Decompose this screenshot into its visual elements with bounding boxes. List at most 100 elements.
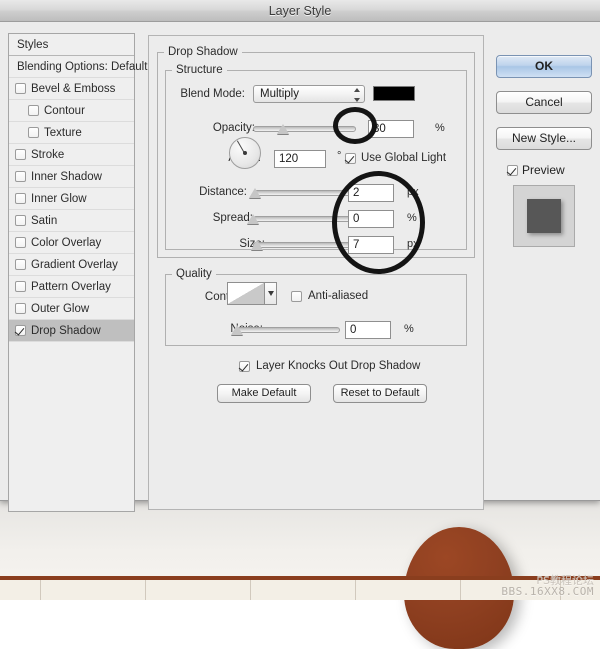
styles-item-inner-shadow[interactable]: Inner Shadow xyxy=(9,166,134,188)
opacity-slider-track xyxy=(253,126,356,132)
opacity-slider[interactable] xyxy=(253,122,356,136)
checkbox-gradient-overlay[interactable] xyxy=(15,259,26,270)
quality-group-title: Quality xyxy=(172,268,216,280)
dialog-titlebar[interactable]: Layer Style xyxy=(0,0,600,22)
styles-item-texture[interactable]: Texture xyxy=(9,122,134,144)
make-default-button[interactable]: Make Default xyxy=(217,384,311,403)
noise-unit: % xyxy=(404,323,414,335)
styles-item-stroke[interactable]: Stroke xyxy=(9,144,134,166)
checkbox-inner-shadow[interactable] xyxy=(15,171,26,182)
checkbox-contour[interactable] xyxy=(28,105,39,116)
styles-item-label: Drop Shadow xyxy=(31,325,101,337)
size-input[interactable]: 7 xyxy=(348,236,394,254)
size-slider[interactable] xyxy=(253,238,356,252)
opacity-input[interactable]: 30 xyxy=(368,120,414,138)
blend-mode-select[interactable]: Multiply xyxy=(253,85,365,103)
styles-item-label: Contour xyxy=(44,105,85,117)
preview-label: Preview xyxy=(522,163,565,177)
layer-style-dialog: Layer Style Styles Blending Options: Def… xyxy=(0,0,600,501)
stepper-arrows-icon[interactable] xyxy=(353,88,360,102)
contour-preview[interactable] xyxy=(227,282,265,305)
cancel-button[interactable]: Cancel xyxy=(496,91,592,114)
distance-input[interactable]: 2 xyxy=(348,184,394,202)
size-unit: px xyxy=(407,238,419,250)
checkbox-color-overlay[interactable] xyxy=(15,237,26,248)
styles-item-gradient-overlay[interactable]: Gradient Overlay xyxy=(9,254,134,276)
size-slider-thumb[interactable] xyxy=(251,240,263,250)
spread-input[interactable]: 0 xyxy=(348,210,394,228)
tile-seam xyxy=(250,580,251,600)
floor-area xyxy=(0,580,600,600)
checkbox-outer-glow[interactable] xyxy=(15,303,26,314)
tile-seam xyxy=(145,580,146,600)
styles-panel-header: Styles xyxy=(9,34,134,56)
angle-input[interactable]: 120 xyxy=(274,150,326,168)
styles-item-label: Pattern Overlay xyxy=(31,281,111,293)
distance-slider[interactable] xyxy=(253,186,356,200)
spread-slider-thumb[interactable] xyxy=(247,214,259,224)
dialog-title: Layer Style xyxy=(269,4,332,18)
styles-item-contour[interactable]: Contour xyxy=(9,100,134,122)
checkbox-preview[interactable] xyxy=(507,165,518,176)
spread-slider-track xyxy=(253,216,356,222)
settings-panel: Drop Shadow Structure Blend Mode: Multip… xyxy=(148,35,484,510)
checkbox-layer-knocks-out[interactable] xyxy=(239,361,250,372)
opacity-slider-thumb[interactable] xyxy=(277,124,289,134)
preview-thumbnail-square xyxy=(527,199,561,233)
new-style-button[interactable]: New Style... xyxy=(496,127,592,150)
styles-item-outer-glow[interactable]: Outer Glow xyxy=(9,298,134,320)
anti-aliased-row[interactable]: Anti-aliased xyxy=(291,290,368,302)
contour-picker[interactable] xyxy=(227,282,277,305)
blend-mode-label: Blend Mode: xyxy=(173,88,245,100)
styles-item-label: Stroke xyxy=(31,149,64,161)
shadow-color-swatch[interactable] xyxy=(373,86,415,101)
spread-label: Spread: xyxy=(181,212,253,224)
ok-button[interactable]: OK xyxy=(496,55,592,78)
checkbox-pattern-overlay[interactable] xyxy=(15,281,26,292)
structure-group-title: Structure xyxy=(172,64,227,76)
preview-row[interactable]: Preview xyxy=(496,163,592,177)
noise-slider-thumb[interactable] xyxy=(231,325,243,335)
contour-dropdown-arrow[interactable] xyxy=(265,282,277,305)
styles-item-satin[interactable]: Satin xyxy=(9,210,134,232)
angle-dial-hub xyxy=(243,151,247,155)
styles-item-inner-glow[interactable]: Inner Glow xyxy=(9,188,134,210)
spread-slider[interactable] xyxy=(253,212,356,226)
anti-aliased-label: Anti-aliased xyxy=(308,290,368,302)
angle-unit: ° xyxy=(337,150,341,162)
styles-item-pattern-overlay[interactable]: Pattern Overlay xyxy=(9,276,134,298)
noise-input[interactable]: 0 xyxy=(345,321,391,339)
blending-options-label: Blending Options: Default xyxy=(17,61,147,73)
contour-curve-icon xyxy=(228,283,264,304)
angle-dial[interactable] xyxy=(229,137,261,169)
styles-item-label: Gradient Overlay xyxy=(31,259,118,271)
styles-item-blending-options[interactable]: Blending Options: Default xyxy=(9,56,134,78)
styles-item-label: Satin xyxy=(31,215,57,227)
checkbox-stroke[interactable] xyxy=(15,149,26,160)
styles-item-label: Texture xyxy=(44,127,82,139)
styles-list-panel: Styles Blending Options: Default Bevel &… xyxy=(8,33,135,512)
layer-knocks-out-row[interactable]: Layer Knocks Out Drop Shadow xyxy=(239,360,420,372)
checkbox-use-global-light[interactable] xyxy=(345,153,356,164)
dialog-action-buttons: OK Cancel New Style... Preview xyxy=(496,55,592,247)
layer-knocks-out-label: Layer Knocks Out Drop Shadow xyxy=(256,360,420,372)
opacity-unit: % xyxy=(435,122,445,134)
tile-seam xyxy=(460,580,461,600)
checkbox-bevel-emboss[interactable] xyxy=(15,83,26,94)
checkbox-anti-aliased[interactable] xyxy=(291,291,302,302)
checkbox-satin[interactable] xyxy=(15,215,26,226)
reset-to-default-button[interactable]: Reset to Default xyxy=(333,384,427,403)
styles-item-color-overlay[interactable]: Color Overlay xyxy=(9,232,134,254)
use-global-light-row[interactable]: Use Global Light xyxy=(345,152,446,164)
styles-item-drop-shadow[interactable]: Drop Shadow xyxy=(9,320,134,342)
tile-seam xyxy=(355,580,356,600)
styles-item-bevel-emboss[interactable]: Bevel & Emboss xyxy=(9,78,134,100)
checkbox-inner-glow[interactable] xyxy=(15,193,26,204)
distance-slider-thumb[interactable] xyxy=(249,188,261,198)
checkbox-drop-shadow[interactable] xyxy=(15,325,26,336)
dialog-body: Styles Blending Options: Default Bevel &… xyxy=(0,23,600,500)
styles-item-label: Inner Shadow xyxy=(31,171,102,183)
distance-slider-track xyxy=(253,190,356,196)
noise-slider[interactable] xyxy=(237,323,340,337)
checkbox-texture[interactable] xyxy=(28,127,39,138)
